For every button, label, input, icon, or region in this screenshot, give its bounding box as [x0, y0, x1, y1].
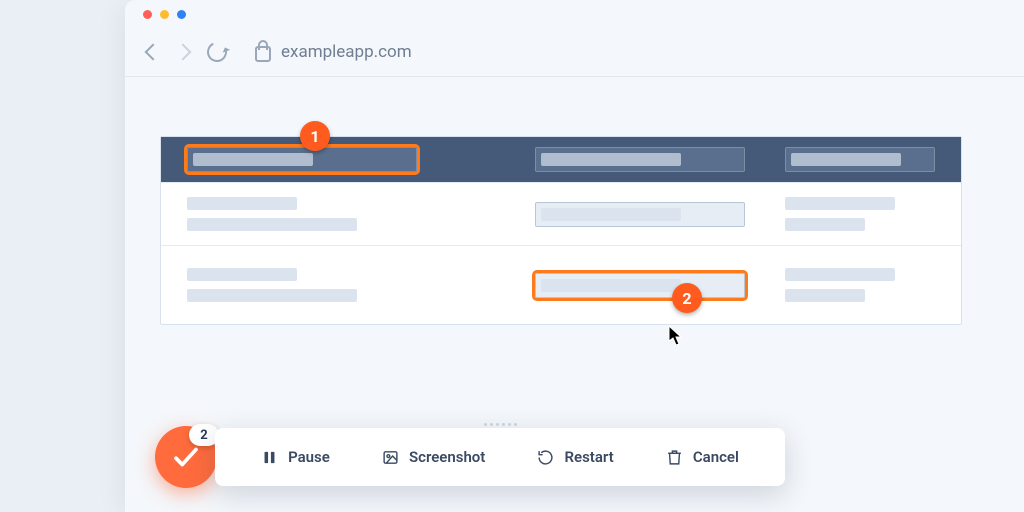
- window-titlebar: [125, 0, 1024, 28]
- address-bar[interactable]: exampleapp.com: [255, 42, 412, 62]
- table-header: [161, 137, 961, 183]
- row-input[interactable]: [535, 202, 745, 227]
- drag-handle-icon[interactable]: [483, 423, 517, 431]
- image-icon: [382, 449, 399, 466]
- cancel-button[interactable]: Cancel: [666, 448, 739, 466]
- step-badge-1: 1: [300, 121, 330, 151]
- lock-icon: [255, 46, 271, 62]
- row-cell: [187, 268, 417, 302]
- back-icon[interactable]: [145, 44, 162, 61]
- minimize-icon[interactable]: [160, 10, 169, 19]
- header-cell-1[interactable]: [187, 147, 417, 172]
- table-row: [161, 246, 961, 324]
- header-cell-3[interactable]: [785, 147, 935, 172]
- row-cell: [785, 268, 935, 302]
- recorder-toolbar: Pause Screenshot Restart Cancel: [215, 428, 785, 486]
- content-table: [160, 136, 962, 325]
- screenshot-button[interactable]: Screenshot: [382, 448, 485, 466]
- step-badge-2: 2: [672, 283, 702, 313]
- row-cell: [785, 197, 935, 231]
- row-input-highlighted[interactable]: [535, 273, 745, 298]
- header-cell-2[interactable]: [535, 147, 745, 172]
- reload-icon[interactable]: [204, 39, 230, 65]
- pause-icon: [261, 449, 278, 466]
- trash-icon: [666, 449, 683, 466]
- url-text: exampleapp.com: [281, 42, 412, 62]
- row-cell: [187, 197, 417, 231]
- restart-icon: [537, 449, 554, 466]
- table-row: [161, 183, 961, 246]
- maximize-icon[interactable]: [177, 10, 186, 19]
- pause-button[interactable]: Pause: [261, 448, 330, 466]
- close-icon[interactable]: [143, 10, 152, 19]
- forward-icon[interactable]: [175, 44, 192, 61]
- browser-navbar: exampleapp.com: [125, 28, 1024, 77]
- record-fab[interactable]: 2: [155, 426, 217, 488]
- restart-button[interactable]: Restart: [537, 448, 613, 466]
